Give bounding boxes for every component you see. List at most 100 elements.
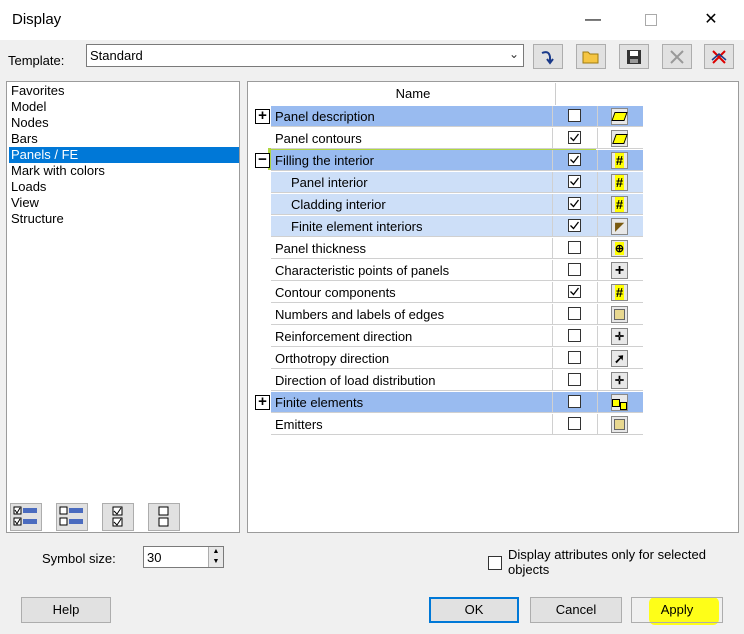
checkmark-icon (570, 221, 580, 230)
symbol-size-label: Symbol size: (42, 551, 116, 566)
category-item[interactable]: Loads (9, 179, 239, 195)
row-checkbox[interactable] (568, 109, 581, 122)
row-checkbox[interactable] (568, 285, 581, 298)
view-list-button[interactable] (148, 503, 180, 531)
template-select[interactable]: Standard ⌄ (86, 44, 524, 67)
chevron-down-icon: ⌄ (508, 47, 519, 61)
row-checkbox[interactable] (568, 373, 581, 386)
hatch-icon: # (611, 174, 628, 191)
table-row[interactable]: Emitters (271, 414, 643, 436)
checklist-detail-icon (13, 506, 37, 526)
row-checkbox-cell (553, 260, 598, 281)
row-checkbox[interactable] (568, 219, 581, 232)
view-checklist-button[interactable] (102, 503, 134, 531)
checkmark-icon (570, 155, 580, 164)
table-row[interactable]: Panel contours (271, 128, 643, 150)
row-label: Characteristic points of panels (271, 260, 553, 281)
reset-template-button[interactable] (704, 44, 734, 69)
hatch-icon: # (611, 284, 628, 301)
table-row[interactable]: Contour components # (271, 282, 643, 304)
row-checkbox-cell (553, 238, 598, 259)
category-item[interactable]: Panels / FE (9, 147, 239, 163)
panel-description-icon (611, 108, 628, 125)
row-label: Panel description (271, 106, 553, 127)
display-selected-only-checkbox[interactable] (488, 556, 502, 570)
table-row[interactable]: Finite element interiors ◤ (271, 216, 643, 238)
row-checkbox[interactable] (568, 153, 581, 166)
expand-icon[interactable]: + (255, 108, 270, 124)
row-symbol-cell: ◤ (598, 216, 643, 237)
view-checklist-detail-button[interactable] (10, 503, 42, 531)
row-checkbox[interactable] (568, 307, 581, 320)
row-symbol-cell (598, 392, 643, 413)
row-checkbox-cell (553, 150, 598, 171)
save-template-button[interactable] (619, 44, 649, 69)
category-item[interactable]: Mark with colors (9, 163, 239, 179)
table-row[interactable]: Orthotropy direction ➚ (271, 348, 643, 370)
minimize-button[interactable]: — (578, 10, 608, 30)
category-item[interactable]: Bars (9, 131, 239, 147)
expand-icon[interactable]: + (255, 394, 270, 410)
column-name-header: Name (271, 83, 556, 105)
table-row[interactable]: Reinforcement direction ✛ (271, 326, 643, 348)
category-item[interactable]: Nodes (9, 115, 239, 131)
row-checkbox[interactable] (568, 263, 581, 276)
row-symbol-cell: ➚ (598, 348, 643, 369)
checklist-icon (112, 506, 123, 527)
table-row[interactable]: + Panel description (255, 106, 643, 128)
arrows-icon: ✛ (611, 328, 628, 345)
table-row[interactable]: − Filling the interior # (255, 150, 643, 172)
table-row[interactable]: + Finite elements (255, 392, 643, 414)
help-button[interactable]: Help (21, 597, 111, 623)
category-item[interactable]: Model (9, 99, 239, 115)
open-template-button[interactable] (576, 44, 606, 69)
row-checkbox[interactable] (568, 351, 581, 364)
view-list-detail-button[interactable] (56, 503, 88, 531)
category-item[interactable]: Structure (9, 211, 239, 227)
arrows-icon: ✛ (611, 372, 628, 389)
row-checkbox-cell (553, 392, 598, 413)
table-row[interactable]: Cladding interior # (271, 194, 643, 216)
row-symbol-cell (598, 414, 643, 435)
row-checkbox[interactable] (568, 417, 581, 430)
row-label: Contour components (271, 282, 553, 303)
checkmark-icon (570, 199, 580, 208)
table-row[interactable]: Characteristic points of panels + (271, 260, 643, 282)
table-row[interactable]: Numbers and labels of edges (271, 304, 643, 326)
delete-template-button[interactable] (662, 44, 692, 69)
symbol-size-spinner[interactable]: 30 ▲ ▼ (143, 546, 224, 568)
template-value: Standard (90, 48, 143, 63)
cancel-button[interactable]: Cancel (530, 597, 622, 623)
list-icon (158, 506, 169, 527)
ok-button[interactable]: OK (429, 597, 519, 623)
table-row[interactable]: Panel thickness ⊕ (271, 238, 643, 260)
row-checkbox[interactable] (568, 131, 581, 144)
table-row[interactable]: Panel interior # (271, 172, 643, 194)
row-checkbox-cell (553, 304, 598, 325)
panel-contour-icon (611, 130, 628, 147)
category-item[interactable]: View (9, 195, 239, 211)
row-checkbox[interactable] (568, 395, 581, 408)
checkmark-icon (570, 133, 580, 142)
category-item[interactable]: Favorites (9, 83, 239, 99)
load-template-button[interactable] (533, 44, 563, 69)
row-checkbox[interactable] (568, 329, 581, 342)
row-checkbox-cell (553, 414, 598, 435)
row-checkbox-cell (553, 370, 598, 391)
row-label: Emitters (271, 414, 553, 435)
row-checkbox[interactable] (568, 241, 581, 254)
row-checkbox-cell (553, 172, 598, 193)
table-row[interactable]: Direction of load distribution ✛ (271, 370, 643, 392)
folder-icon (582, 51, 599, 63)
table-header: Name (253, 83, 643, 105)
row-symbol-cell: # (598, 194, 643, 215)
row-checkbox[interactable] (568, 175, 581, 188)
spinner-arrows[interactable]: ▲ ▼ (208, 547, 223, 567)
collapse-icon[interactable]: − (255, 152, 270, 168)
reset-icon (711, 49, 727, 64)
close-button[interactable]: ✕ (696, 10, 726, 30)
checkmark-icon (570, 287, 580, 296)
row-checkbox-cell (553, 348, 598, 369)
apply-button[interactable]: Apply (631, 597, 723, 623)
row-checkbox[interactable] (568, 197, 581, 210)
